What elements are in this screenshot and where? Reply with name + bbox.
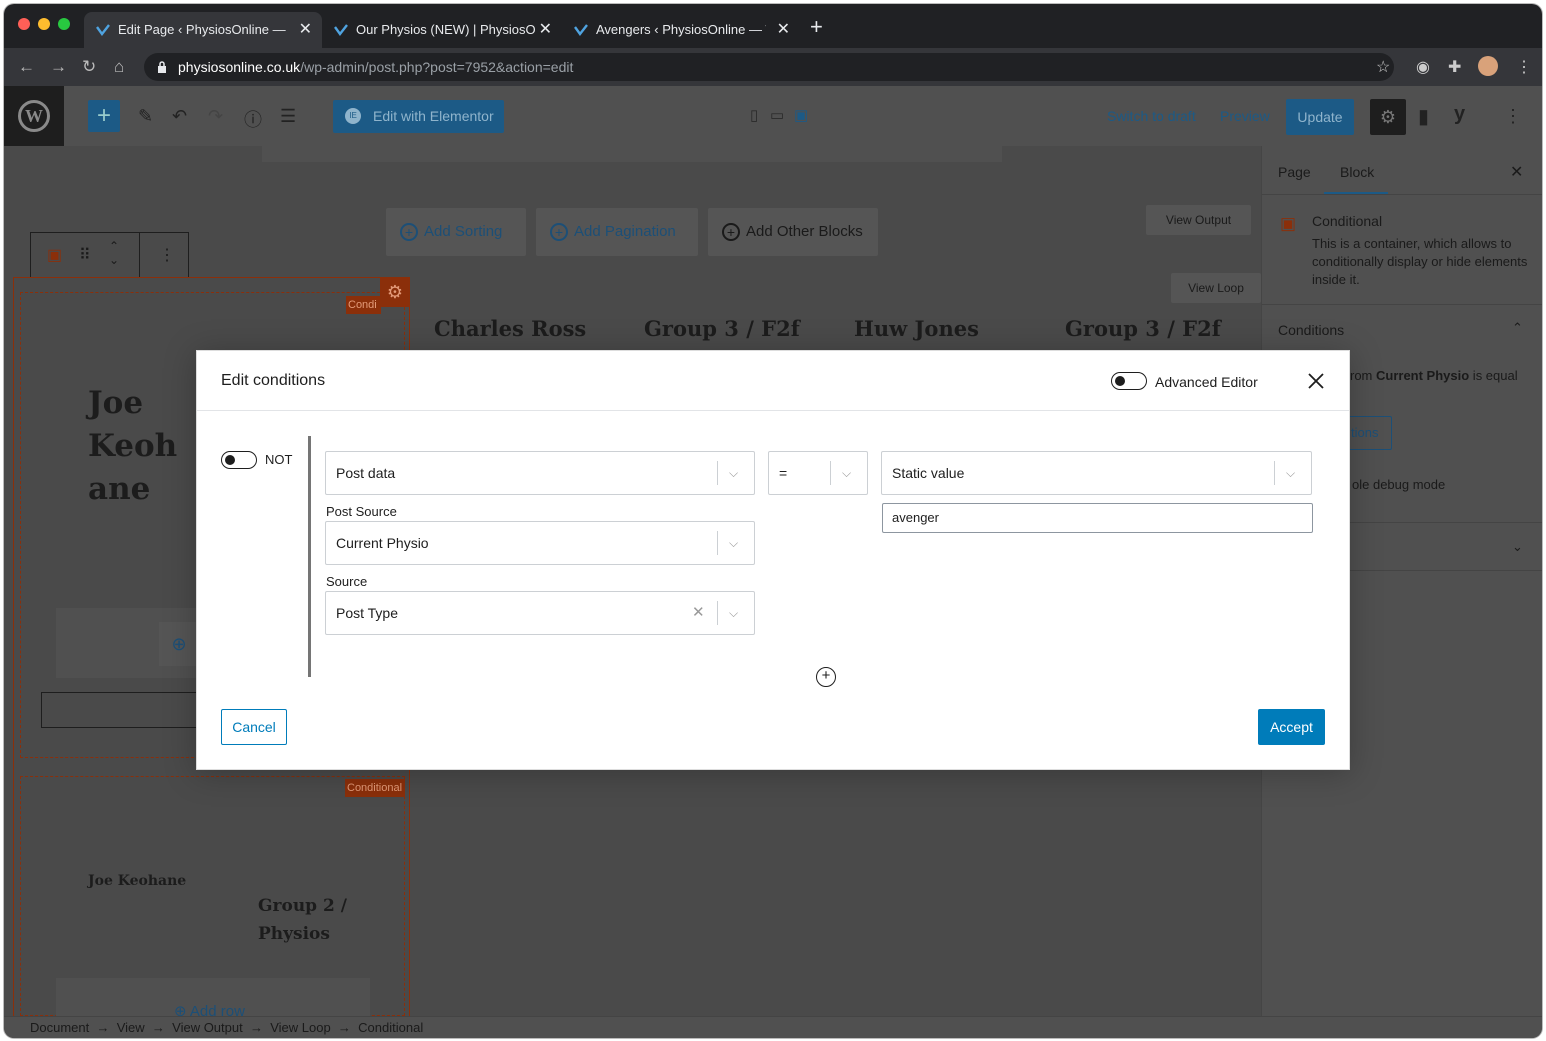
not-toggle[interactable] xyxy=(221,451,257,469)
chevron-down-icon: ⌵ xyxy=(1286,466,1296,480)
operator-select[interactable]: = ⌵ xyxy=(768,451,868,495)
source-label: Source xyxy=(326,574,368,589)
clear-selection-icon[interactable]: ✕ xyxy=(692,592,705,634)
select-separator xyxy=(717,461,718,485)
static-value-input[interactable]: avenger xyxy=(882,503,1313,533)
chevron-down-icon: ⌵ xyxy=(842,466,852,480)
accept-button[interactable]: Accept xyxy=(1258,709,1325,745)
add-condition-icon[interactable]: + xyxy=(816,667,836,687)
chevron-down-icon: ⌵ xyxy=(729,466,739,480)
operator-value: = xyxy=(779,465,788,481)
value-type-value: Static value xyxy=(892,465,965,481)
post-source-select[interactable]: Current Physio ⌵ xyxy=(325,521,755,565)
chevron-down-icon: ⌵ xyxy=(729,536,739,550)
select-separator xyxy=(830,461,831,485)
advanced-editor-label: Advanced Editor xyxy=(1155,374,1258,390)
select-separator xyxy=(717,531,718,555)
post-source-value: Current Physio xyxy=(336,535,429,551)
data-type-select[interactable]: Post data ⌵ xyxy=(325,451,755,495)
edit-conditions-modal: Edit conditions Advanced Editor NOT Post… xyxy=(196,350,1350,770)
value-type-select[interactable]: Static value ⌵ xyxy=(881,451,1312,495)
select-separator xyxy=(1274,461,1275,485)
condition-group-bar xyxy=(308,436,311,677)
source-select[interactable]: Post Type ✕ ⌵ xyxy=(325,591,755,635)
modal-header: Edit conditions Advanced Editor xyxy=(197,351,1349,411)
advanced-editor-toggle[interactable] xyxy=(1111,372,1147,390)
close-modal-icon[interactable] xyxy=(1307,372,1325,390)
modal-title: Edit conditions xyxy=(221,372,326,389)
data-type-value: Post data xyxy=(336,465,396,481)
post-source-label: Post Source xyxy=(326,504,397,519)
not-label: NOT xyxy=(265,452,293,467)
chevron-down-icon: ⌵ xyxy=(729,606,739,620)
cancel-button[interactable]: Cancel xyxy=(221,709,287,745)
modal-overlay: Edit conditions Advanced Editor NOT Post… xyxy=(0,0,1546,1041)
select-separator xyxy=(717,601,718,625)
source-value: Post Type xyxy=(336,605,399,621)
